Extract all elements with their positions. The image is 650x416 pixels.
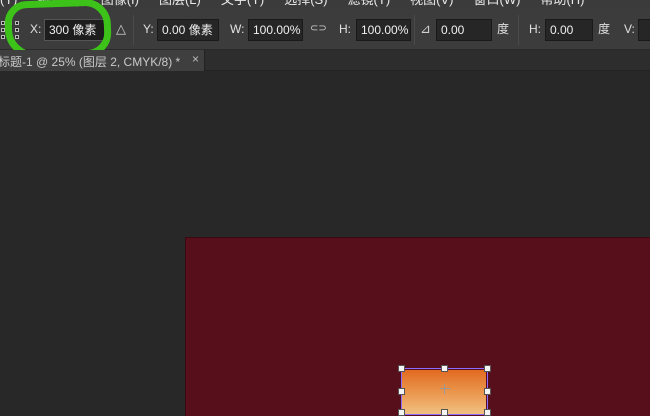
y-position-field[interactable]: 0.00 像素 <box>157 19 219 41</box>
menu-item-image[interactable]: 图像(I) <box>101 0 139 9</box>
handle-top-left[interactable] <box>398 365 405 372</box>
menu-item-type[interactable]: 文字(Y) <box>221 0 264 9</box>
close-icon[interactable]: × <box>192 52 199 66</box>
rotation-unit-label: 度 <box>497 22 510 36</box>
separator <box>518 15 519 45</box>
h-skew-unit-label: 度 <box>598 22 611 36</box>
rotation-field[interactable]: 0.00 <box>436 19 492 41</box>
w-label: W: <box>230 22 245 36</box>
tab-strip <box>205 50 650 71</box>
document-tab-title: 标题-1 @ 25% (图层 2, CMYK/8) * <box>0 55 181 69</box>
canvas-workspace[interactable] <box>0 71 650 416</box>
crosshair-icon[interactable] <box>440 384 450 394</box>
h-label: H: <box>339 22 351 36</box>
handle-middle-right[interactable] <box>484 388 491 395</box>
triangle-icon[interactable]: △ <box>116 22 126 36</box>
document-canvas[interactable] <box>185 237 650 416</box>
angle-icon: ⊿ <box>420 21 431 36</box>
menu-item-layer[interactable]: 图层(L) <box>159 0 201 9</box>
v-skew-field[interactable] <box>638 19 650 41</box>
handle-top-center[interactable] <box>441 365 448 372</box>
handle-bottom-center[interactable] <box>441 409 448 416</box>
menu-item-view[interactable]: 视图(V) <box>410 0 453 9</box>
width-field[interactable]: 100.00% <box>248 19 303 41</box>
photoshop-window: (Y) 编辑(E) 图像(I) 图层(L) 文字(Y) 选择(S) 滤镜(T) … <box>0 0 650 416</box>
menu-item-window[interactable]: 窗口(W) <box>474 0 521 9</box>
v-skew-label: V: <box>624 22 635 36</box>
y-label: Y: <box>143 22 154 36</box>
ref-point-bl[interactable] <box>1 35 5 39</box>
menu-item-select[interactable]: 选择(S) <box>284 0 327 9</box>
handle-middle-left[interactable] <box>398 388 405 395</box>
separator <box>414 15 415 45</box>
h-skew-field[interactable]: 0.00 <box>545 19 593 41</box>
link-icon[interactable]: ⊂⊃ <box>310 22 327 36</box>
handle-bottom-right[interactable] <box>484 409 491 416</box>
document-tab[interactable]: 标题-1 @ 25% (图层 2, CMYK/8) * × <box>0 50 205 71</box>
menu-item-help[interactable]: 帮助(H) <box>540 0 584 9</box>
handle-bottom-left[interactable] <box>398 409 405 416</box>
menu-item-filter[interactable]: 滤镜(T) <box>348 0 391 9</box>
handle-top-right[interactable] <box>484 365 491 372</box>
h-skew-label: H: <box>529 22 541 36</box>
separator <box>133 15 134 45</box>
height-field[interactable]: 100.00% <box>356 19 411 41</box>
